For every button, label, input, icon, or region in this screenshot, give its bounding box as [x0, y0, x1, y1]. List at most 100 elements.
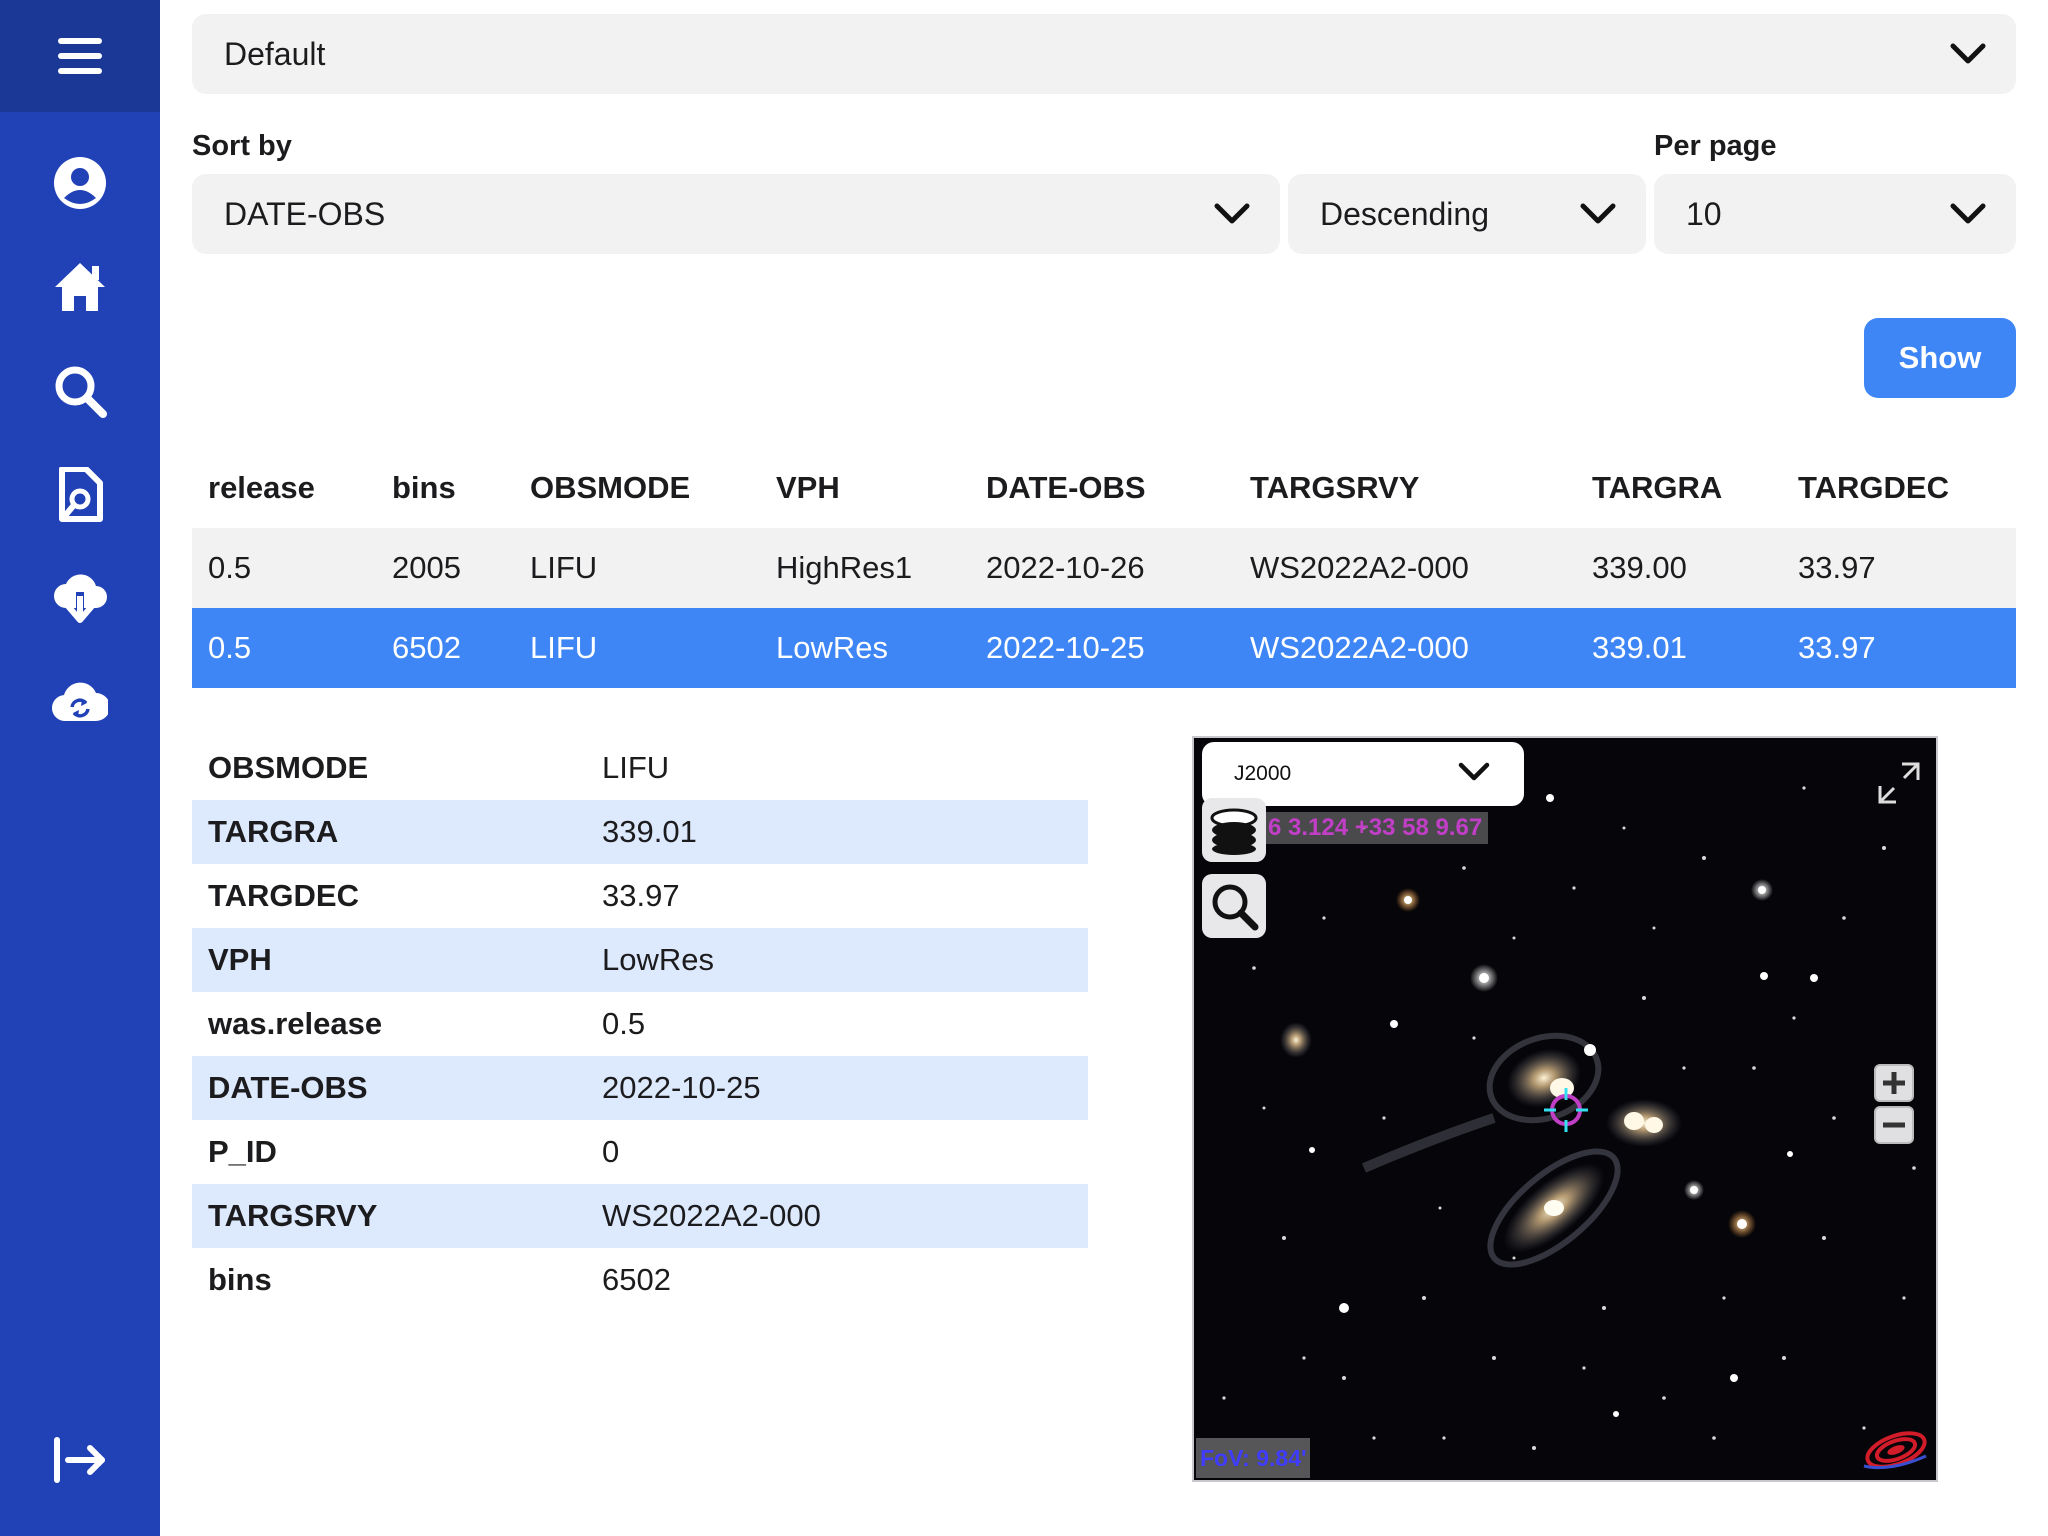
sort-order-value: Descending — [1320, 195, 1489, 232]
detail-row: DATE-OBS 2022-10-25 — [192, 1056, 1088, 1120]
detail-row: bins 6502 — [192, 1248, 1088, 1312]
detail-row: OBSMODE LIFU — [192, 736, 1088, 800]
chevron-down-icon — [1458, 762, 1490, 781]
logout-icon — [54, 1437, 105, 1483]
table-cell: 0.5 — [208, 550, 252, 585]
main-panel: Default Sort by Per page DATE-OBS Descen… — [192, 0, 2016, 1536]
per-page-label: Per page — [1654, 130, 1777, 162]
detail-row: TARGRA 339.01 — [192, 800, 1088, 864]
table-cell: WS2022A2-000 — [1250, 550, 1469, 585]
search-icon — [55, 366, 107, 418]
nav-profile[interactable] — [40, 143, 120, 223]
table-cell: WS2022A2-000 — [1250, 630, 1469, 665]
sky-image[interactable] — [1194, 738, 1938, 1482]
nav-file-search[interactable] — [40, 455, 120, 535]
fov-indicator: FoV: 9.84' — [1196, 1438, 1311, 1478]
home-icon — [55, 263, 105, 311]
table-cell: LIFU — [530, 630, 598, 665]
per-page-select[interactable]: 10 — [1654, 174, 2016, 254]
column-header[interactable]: TARGDEC — [1798, 448, 1949, 528]
layers-button[interactable] — [1202, 798, 1266, 862]
menu-icon — [58, 38, 102, 74]
logout-button[interactable] — [40, 1420, 120, 1500]
detail-value: WS2022A2-000 — [602, 1198, 821, 1233]
table-cell: LIFU — [530, 550, 598, 585]
nav-download[interactable] — [40, 559, 120, 639]
sky-viewer[interactable]: J2000 6 3.124 +33 58 9.67 FoV: 9.84' — [1192, 736, 1938, 1482]
detail-row: P_ID 0 — [192, 1120, 1088, 1184]
detail-key: was.release — [208, 1006, 383, 1041]
cursor-coordinates: 6 3.124 +33 58 9.67 — [1262, 812, 1489, 844]
file-search-icon — [59, 467, 103, 522]
detail-key: TARGDEC — [208, 878, 359, 913]
sort-field-select[interactable]: DATE-OBS — [192, 174, 1280, 254]
column-header[interactable]: DATE-OBS — [986, 448, 1146, 528]
column-header[interactable]: OBSMODE — [530, 448, 690, 528]
table-row-selected[interactable]: 0.5 6502 LIFU LowRes 2022-10-25 WS2022A2… — [192, 608, 2016, 688]
chevron-down-icon — [1950, 203, 1986, 224]
nav-search[interactable] — [40, 351, 120, 431]
detail-value: 6502 — [602, 1262, 671, 1297]
table-row[interactable]: 0.5 2005 LIFU HighRes1 2022-10-26 WS2022… — [192, 528, 2016, 608]
table-cell: 33.97 — [1798, 550, 1876, 585]
detail-key: TARGRA — [208, 814, 339, 849]
column-header[interactable]: release — [208, 448, 315, 528]
detail-key: DATE-OBS — [208, 1070, 368, 1105]
frame-select[interactable]: J2000 — [1202, 742, 1524, 806]
table-cell: 0.5 — [208, 630, 252, 665]
detail-row: was.release 0.5 — [192, 992, 1088, 1056]
chevron-down-icon — [1950, 43, 1986, 64]
table-cell: LowRes — [776, 630, 888, 665]
plus-icon — [1883, 1072, 1905, 1094]
column-header[interactable]: TARGRA — [1592, 448, 1722, 528]
detail-value: LIFU — [602, 750, 670, 785]
nav-sync[interactable] — [40, 663, 120, 743]
minus-icon — [1883, 1122, 1905, 1128]
detail-row: VPH LowRes — [192, 928, 1088, 992]
cloud-download-icon — [54, 574, 107, 623]
detail-key: VPH — [208, 942, 272, 977]
per-page-value: 10 — [1686, 195, 1722, 232]
aladin-logo-icon[interactable] — [1860, 1426, 1930, 1474]
detail-row: TARGDEC 33.97 — [192, 864, 1088, 928]
detail-key: TARGSRVY — [208, 1198, 378, 1233]
table-cell: 339.01 — [1592, 630, 1687, 665]
column-header[interactable]: VPH — [776, 448, 840, 528]
detail-key: bins — [208, 1262, 272, 1297]
layers-icon — [1210, 808, 1258, 855]
nav-home[interactable] — [40, 247, 120, 327]
detail-row: TARGSRVY WS2022A2-000 — [192, 1184, 1088, 1248]
frame-select-value: J2000 — [1234, 762, 1292, 785]
table-cell: 2022-10-25 — [986, 630, 1145, 665]
preset-select[interactable]: Default — [192, 14, 2016, 94]
detail-value: LowRes — [602, 942, 714, 977]
show-button[interactable]: Show — [1864, 318, 2016, 398]
table-cell: 2005 — [392, 550, 461, 585]
find-object-button[interactable] — [1202, 874, 1266, 938]
preset-select-value: Default — [224, 35, 326, 72]
sort-order-select[interactable]: Descending — [1288, 174, 1646, 254]
user-icon — [54, 157, 106, 209]
search-icon — [1212, 884, 1259, 931]
sort-by-label: Sort by — [192, 130, 292, 162]
table-cell: 33.97 — [1798, 630, 1876, 665]
column-header[interactable]: bins — [392, 448, 456, 528]
zoom-out-button[interactable] — [1874, 1106, 1914, 1144]
table-cell: HighRes1 — [776, 550, 913, 585]
detail-value: 339.01 — [602, 814, 697, 849]
zoom-in-button[interactable] — [1874, 1064, 1914, 1102]
cloud-sync-icon — [52, 682, 108, 722]
detail-value: 0.5 — [602, 1006, 646, 1041]
column-header[interactable]: TARGSRVY — [1250, 448, 1419, 528]
table-cell: 6502 — [392, 630, 461, 665]
detail-key: P_ID — [208, 1134, 277, 1169]
detail-value: 0 — [602, 1134, 620, 1169]
menu-button[interactable] — [0, 0, 160, 112]
sidebar — [0, 0, 160, 1536]
detail-key: OBSMODE — [208, 750, 369, 785]
fullscreen-icon[interactable] — [1874, 758, 1924, 808]
table-header-row: release bins OBSMODE VPH DATE-OBS TARGSR… — [192, 448, 2016, 528]
chevron-down-icon — [1580, 203, 1616, 224]
chevron-down-icon — [1214, 203, 1250, 224]
table-cell: 2022-10-26 — [986, 550, 1145, 585]
